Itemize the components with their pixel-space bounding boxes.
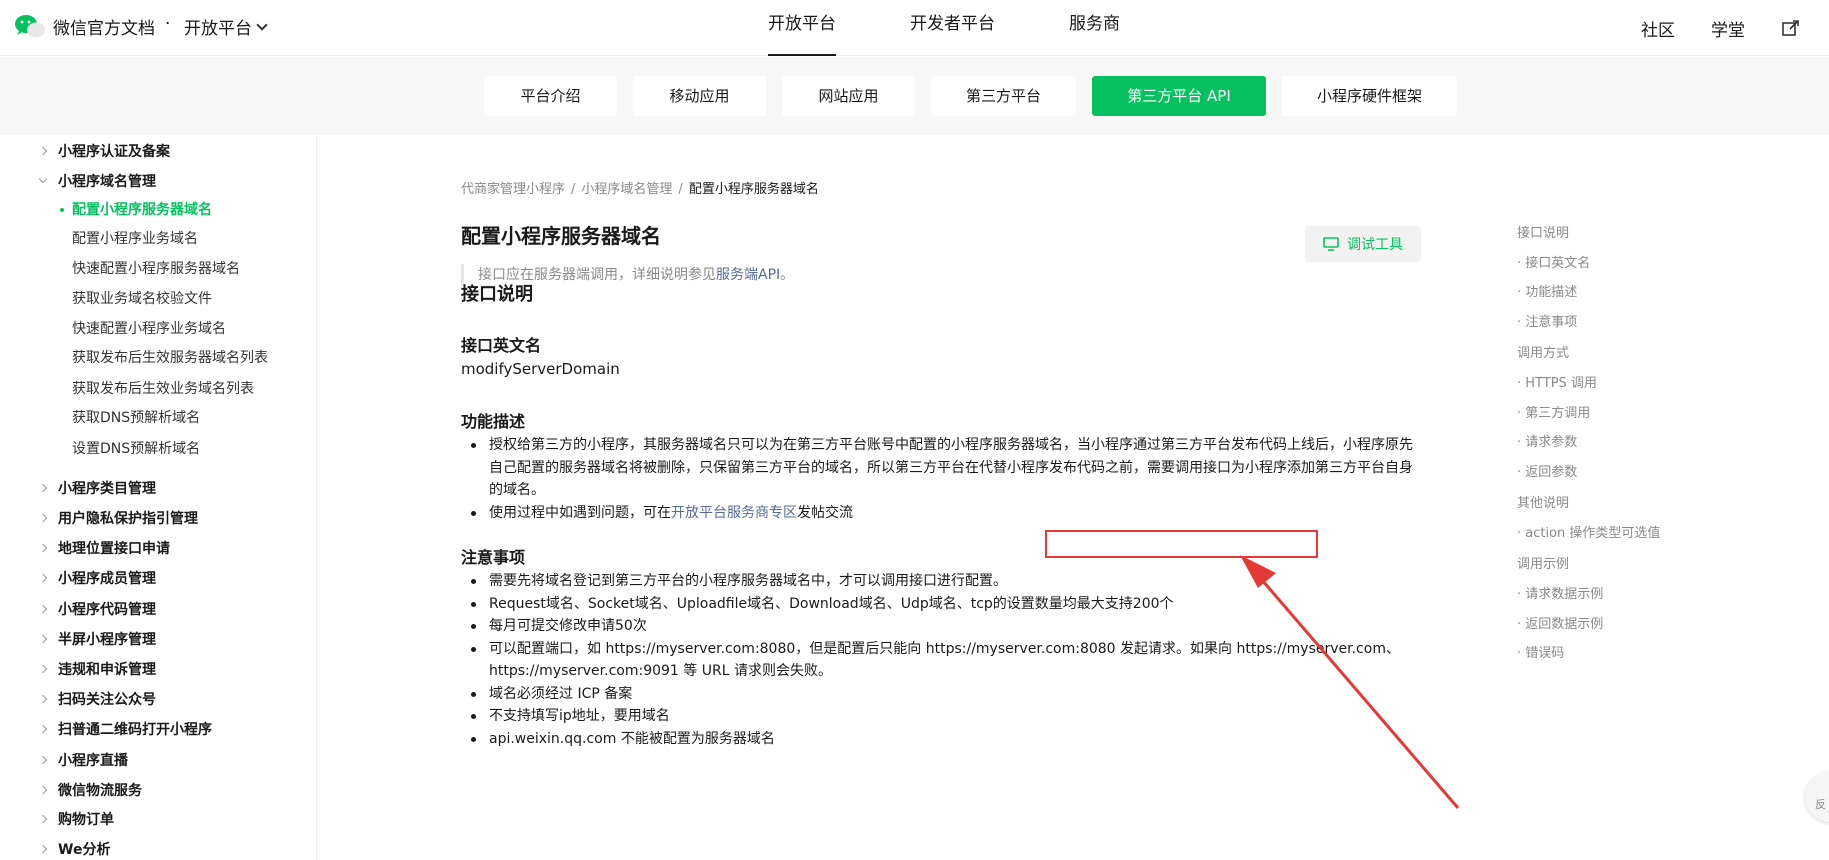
feedback-label: 反 [1815, 798, 1826, 811]
annotation-arrow-icon [1240, 555, 1460, 809]
